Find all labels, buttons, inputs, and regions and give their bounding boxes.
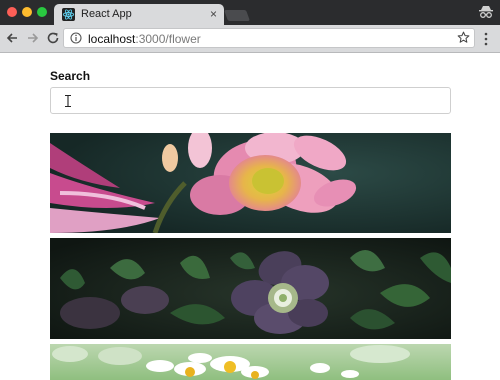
search-label: Search [50, 69, 91, 83]
url-path: :3000/flower [135, 32, 201, 46]
arrow-left-icon[interactable] [5, 31, 19, 45]
new-tab-button[interactable] [223, 10, 251, 21]
star-icon[interactable] [457, 31, 470, 44]
browser-toolbar: localhost:3000/flower [0, 25, 500, 53]
text-cursor-icon [65, 95, 71, 107]
minimize-window-button[interactable] [22, 7, 32, 17]
info-icon[interactable] [70, 32, 82, 44]
browser-tab-active[interactable]: React App × [54, 4, 224, 25]
react-logo-icon [62, 8, 75, 21]
address-bar[interactable]: localhost:3000/flower [63, 28, 475, 48]
hellebore-image [50, 238, 451, 339]
flower-photo-dahlia [50, 133, 451, 233]
url-host: localhost [88, 32, 136, 46]
incognito-icon [479, 6, 493, 18]
arrow-right-icon[interactable] [26, 31, 40, 45]
flower-photo-hellebore [50, 238, 451, 339]
maximize-window-button[interactable] [37, 7, 47, 17]
reload-icon[interactable] [46, 31, 60, 45]
tab-title: React App [81, 8, 132, 20]
close-window-button[interactable] [7, 7, 17, 17]
search-input[interactable] [50, 87, 451, 114]
window-titlebar: React App × [0, 0, 500, 25]
tab-close-icon[interactable]: × [210, 7, 217, 21]
kebab-menu-icon[interactable] [483, 32, 489, 46]
dahlia-image [50, 133, 451, 233]
url-text[interactable]: localhost:3000/flower [88, 32, 201, 46]
flower-photo-daisies [50, 344, 451, 380]
daisies-image [50, 344, 451, 380]
